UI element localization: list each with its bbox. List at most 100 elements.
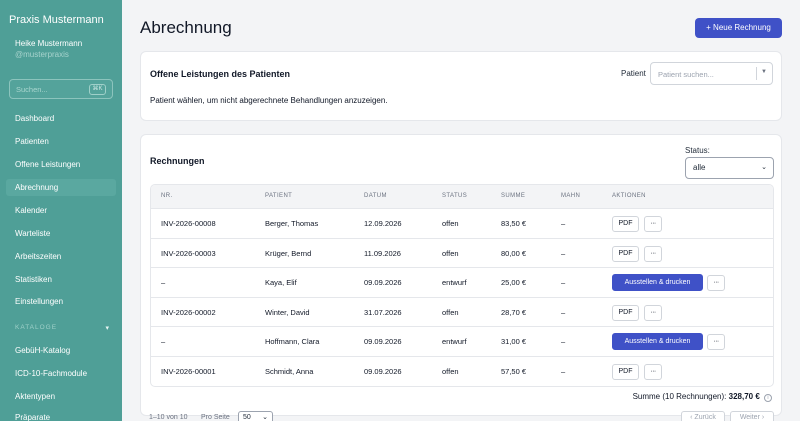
more-actions-button[interactable]: ···: [644, 216, 662, 232]
sidebar-item-dashboard[interactable]: Dashboard: [6, 110, 116, 127]
cell-mahn: –: [561, 337, 566, 347]
per-page-value: 50: [243, 414, 251, 421]
cell-datum: 09.09.2026: [364, 278, 402, 288]
cell-datum: 09.09.2026: [364, 337, 402, 347]
cell-summe: 28,70 €: [501, 307, 527, 317]
chevron-down-icon: ⌄: [761, 164, 767, 171]
sidebar-item-warteliste[interactable]: Warteliste: [6, 225, 116, 242]
column-header-mahn: MAHN: [561, 193, 581, 199]
table-row: INV-2026-00003 Krüger, Bernd 11.09.2026 …: [151, 239, 773, 269]
cell-status: offen: [442, 307, 459, 317]
cell-mahn: –: [561, 219, 566, 228]
cell-nr: INV-2026-00002: [161, 307, 216, 317]
invoice-sum: Summe (10 Rechnungen): 328,70 € i: [633, 392, 772, 402]
chevron-down-icon: ▼: [761, 69, 767, 75]
cell-datum: 09.09.2026: [364, 367, 402, 376]
cell-status: offen: [442, 248, 459, 258]
sidebar-item-icd10[interactable]: ICD-10-Fachmodule: [6, 365, 116, 382]
sidebar-section-kataloge[interactable]: KATALOGE ▾: [15, 324, 110, 332]
sidebar-item-aktentypen[interactable]: Aktentypen: [6, 388, 116, 405]
open-services-title: Offene Leistungen des Patienten: [150, 69, 291, 79]
table-row: – Hoffmann, Clara 09.09.2026 entwurf 31,…: [151, 327, 773, 357]
cell-mahn: –: [561, 278, 566, 288]
select-separator: [756, 67, 757, 80]
pdf-button[interactable]: PDF: [612, 245, 639, 262]
cell-mahn: –: [561, 367, 566, 376]
cell-status: entwurf: [442, 278, 467, 288]
column-header-datum: DATUM: [364, 193, 387, 199]
invoices-table: NR. PATIENT DATUM STATUS SUMME MAHN AKTI…: [150, 184, 774, 387]
more-actions-button[interactable]: ···: [644, 304, 662, 321]
more-actions-button[interactable]: ···: [707, 275, 725, 292]
sum-label: Summe (10 Rechnungen):: [632, 392, 727, 401]
cell-patient: Schmidt, Anna: [265, 367, 314, 376]
cell-nr: –: [161, 337, 166, 347]
more-actions-button[interactable]: ···: [707, 334, 725, 351]
new-invoice-button[interactable]: + Neue Rechnung: [695, 18, 782, 38]
app-brand: Praxis Mustermann: [9, 14, 104, 26]
chevron-down-icon: ⌄: [262, 414, 268, 421]
cell-status: entwurf: [442, 337, 467, 347]
sidebar-item-offene-leistungen[interactable]: Offene Leistungen: [6, 156, 116, 173]
patient-select-placeholder: Patient suchen...: [658, 70, 714, 79]
prev-page-button[interactable]: ‹ Zurück: [681, 411, 725, 421]
sidebar-item-patienten[interactable]: Patienten: [6, 133, 116, 150]
next-page-button[interactable]: Weiter ›: [730, 411, 774, 421]
cell-patient: Kaya, Elif: [265, 278, 297, 288]
sidebar-item-arbeitszeiten[interactable]: Arbeitszeiten: [6, 248, 116, 265]
table-header: NR. PATIENT DATUM STATUS SUMME MAHN AKTI…: [151, 185, 773, 209]
sidebar-item-abrechnung[interactable]: Abrechnung: [6, 179, 116, 196]
issue-and-print-button[interactable]: Ausstellen & drucken: [612, 274, 703, 292]
status-select-value: alle: [693, 163, 706, 172]
sidebar-search-input[interactable]: Suchen... ⌘K: [9, 79, 113, 99]
more-actions-button[interactable]: ···: [644, 364, 662, 380]
cell-patient: Krüger, Bernd: [265, 248, 312, 258]
table-row: INV-2026-00002 Winter, David 31.07.2026 …: [151, 298, 773, 328]
page-title: Abrechnung: [140, 18, 232, 37]
patient-select[interactable]: Patient suchen... ▼: [650, 62, 773, 85]
cell-nr: INV-2026-00003: [161, 248, 216, 258]
cell-summe: 25,00 €: [501, 278, 527, 288]
per-page-label: Pro Seite: [201, 414, 230, 421]
per-page-select[interactable]: 50 ⌄: [238, 411, 273, 421]
cell-mahn: –: [561, 307, 566, 317]
cell-status: offen: [442, 219, 459, 228]
cell-datum: 12.09.2026: [364, 219, 402, 228]
cell-datum: 11.09.2026: [364, 248, 401, 258]
pdf-button[interactable]: PDF: [612, 304, 639, 321]
invoices-card: Rechnungen Status: alle ⌄ NR. PATIENT DA…: [140, 134, 782, 416]
open-services-hint: Patient wählen, um nicht abgerechnete Be…: [150, 96, 388, 105]
issue-and-print-button[interactable]: Ausstellen & drucken: [612, 333, 703, 351]
sidebar-item-praeparate[interactable]: Präparate: [6, 409, 116, 421]
keyboard-shortcut-badge: ⌘K: [89, 84, 106, 95]
table-row: INV-2026-00001 Schmidt, Anna 09.09.2026 …: [151, 357, 773, 386]
pagination-info: 1–10 von 10: [149, 414, 188, 421]
cell-mahn: –: [561, 248, 566, 258]
sum-value: 328,70 €: [728, 392, 760, 401]
sidebar-item-statistiken[interactable]: Statistiken: [6, 271, 116, 288]
column-header-aktionen: AKTIONEN: [612, 193, 646, 199]
user-handle: @musterpraxis: [15, 50, 69, 59]
cell-datum: 31.07.2026: [364, 307, 402, 317]
sidebar-item-gebueh-katalog[interactable]: GebüH-Katalog: [6, 342, 116, 359]
status-select[interactable]: alle ⌄: [685, 157, 774, 179]
patient-label: Patient: [621, 69, 646, 78]
caret-down-icon: ▾: [105, 325, 110, 332]
column-header-patient: PATIENT: [265, 193, 293, 199]
invoices-title: Rechnungen: [150, 156, 205, 166]
sidebar-item-einstellungen[interactable]: Einstellungen: [6, 293, 116, 310]
pdf-button[interactable]: PDF: [612, 216, 639, 232]
cell-summe: 31,00 €: [501, 337, 527, 347]
more-actions-button[interactable]: ···: [644, 245, 662, 262]
status-label: Status:: [685, 146, 710, 155]
user-name: Heike Mustermann: [15, 39, 83, 48]
info-icon[interactable]: i: [764, 394, 772, 402]
table-row: – Kaya, Elif 09.09.2026 entwurf 25,00 € …: [151, 268, 773, 298]
cell-nr: INV-2026-00001: [161, 367, 216, 376]
pdf-button[interactable]: PDF: [612, 364, 639, 380]
cell-summe: 80,00 €: [501, 248, 527, 258]
sidebar-search-placeholder: Suchen...: [16, 85, 48, 94]
cell-patient: Winter, David: [265, 307, 310, 317]
sidebar-item-kalender[interactable]: Kalender: [6, 202, 116, 219]
column-header-status: STATUS: [442, 193, 468, 199]
